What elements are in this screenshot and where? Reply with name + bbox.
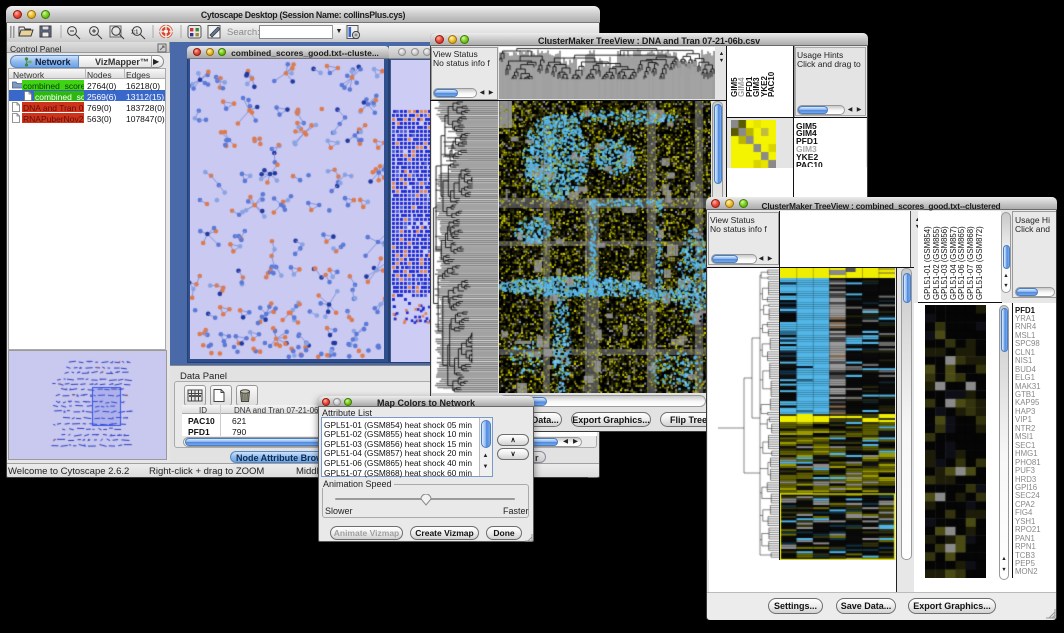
svg-text:1:1: 1:1 <box>131 30 138 36</box>
